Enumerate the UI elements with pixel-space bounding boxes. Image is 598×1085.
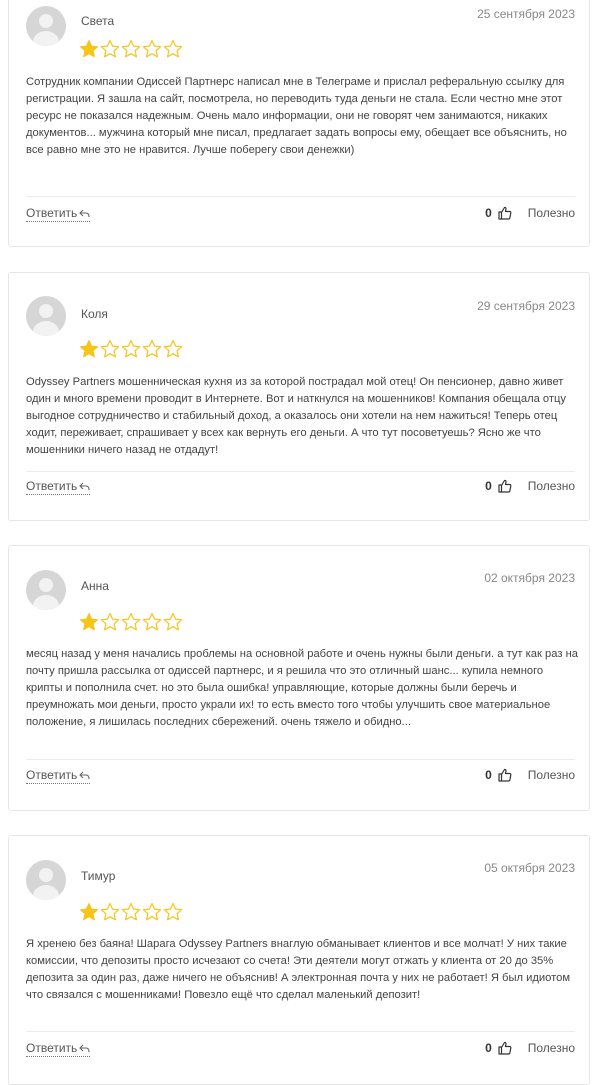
divider: [26, 1031, 575, 1032]
star-empty-icon: [163, 902, 183, 921]
review-author: Тимур: [81, 869, 116, 883]
review-card: Тимур 05 октября 2023 Я хренею без баяна…: [8, 835, 590, 1085]
review-date: 05 октября 2023: [484, 861, 575, 875]
rating-stars: [79, 902, 183, 922]
review-footer: Ответить 0 Полезно: [26, 479, 575, 499]
reply-label: Ответить: [26, 206, 78, 220]
review-footer: Ответить 0 Полезно: [26, 1041, 575, 1061]
review-author: Коля: [81, 307, 108, 321]
avatar: [26, 860, 66, 900]
review-text: месяц назад у меня начались проблемы на …: [26, 648, 578, 728]
review-date: 25 сентября 2023: [477, 7, 575, 21]
like-count: 0: [485, 206, 492, 220]
reply-link[interactable]: Ответить: [26, 206, 91, 222]
review-author: Анна: [81, 579, 109, 593]
helpful-button[interactable]: Полезно: [528, 479, 575, 493]
divider: [26, 471, 575, 472]
rating-stars: [79, 339, 183, 359]
reply-arrow-icon: [79, 771, 90, 780]
rating-stars: [79, 612, 183, 632]
reply-link[interactable]: Ответить: [26, 768, 91, 784]
review-author: Света: [81, 14, 115, 28]
star-filled-icon: [79, 903, 99, 921]
star-empty-icon: [100, 339, 120, 358]
reply-link[interactable]: Ответить: [26, 479, 91, 495]
thumbs-up-icon[interactable]: [498, 206, 512, 220]
star-filled-icon: [79, 40, 99, 58]
star-empty-icon: [100, 902, 120, 921]
helpful-block: 0 Полезно: [485, 479, 575, 493]
divider: [26, 196, 575, 197]
reply-label: Ответить: [26, 768, 78, 782]
star-filled-icon: [79, 613, 99, 631]
rating-stars: [79, 39, 183, 59]
reply-label: Ответить: [26, 479, 78, 493]
star-empty-icon: [163, 39, 183, 58]
review-card: Коля 29 сентября 2023 Odyssey Partners м…: [8, 272, 590, 521]
like-count: 0: [485, 768, 492, 782]
star-empty-icon: [163, 339, 183, 358]
reply-link[interactable]: Ответить: [26, 1041, 91, 1057]
thumbs-up-icon[interactable]: [498, 768, 512, 782]
reply-arrow-icon: [79, 482, 90, 491]
like-count: 0: [485, 1041, 492, 1055]
reply-arrow-icon: [79, 209, 90, 218]
like-count: 0: [485, 479, 492, 493]
review-text: Сотрудник компании Одиссей Партнерс напи…: [26, 76, 567, 156]
star-filled-icon: [79, 340, 99, 358]
helpful-block: 0 Полезно: [485, 1041, 575, 1055]
star-empty-icon: [121, 39, 141, 58]
reply-arrow-icon: [79, 1044, 90, 1053]
review-text: Я хренею без баяна! Шарага Odyssey Partn…: [26, 938, 571, 1001]
helpful-button[interactable]: Полезно: [528, 1041, 575, 1055]
review-footer: Ответить 0 Полезно: [26, 768, 575, 788]
review-text: Odyssey Partners мошенническая кухня из …: [26, 376, 567, 456]
review-date: 29 сентября 2023: [477, 299, 575, 313]
review-date: 02 октября 2023: [484, 571, 575, 585]
star-empty-icon: [142, 339, 162, 358]
helpful-block: 0 Полезно: [485, 768, 575, 782]
star-empty-icon: [163, 612, 183, 631]
review-footer: Ответить 0 Полезно: [26, 206, 575, 226]
reply-label: Ответить: [26, 1041, 78, 1055]
helpful-button[interactable]: Полезно: [528, 206, 575, 220]
star-empty-icon: [121, 902, 141, 921]
star-empty-icon: [142, 612, 162, 631]
star-empty-icon: [121, 339, 141, 358]
star-empty-icon: [100, 39, 120, 58]
review-card: Света 25 сентября 2023 Сотрудник компани…: [8, 0, 590, 247]
avatar: [26, 296, 66, 336]
avatar: [26, 6, 66, 46]
star-empty-icon: [100, 612, 120, 631]
divider: [26, 759, 575, 760]
star-empty-icon: [121, 612, 141, 631]
avatar: [26, 570, 66, 610]
helpful-button[interactable]: Полезно: [528, 768, 575, 782]
thumbs-up-icon[interactable]: [498, 1041, 512, 1055]
thumbs-up-icon[interactable]: [498, 479, 512, 493]
star-empty-icon: [142, 902, 162, 921]
review-card: Анна 02 октября 2023 месяц назад у меня …: [8, 545, 590, 811]
star-empty-icon: [142, 39, 162, 58]
helpful-block: 0 Полезно: [485, 206, 575, 220]
